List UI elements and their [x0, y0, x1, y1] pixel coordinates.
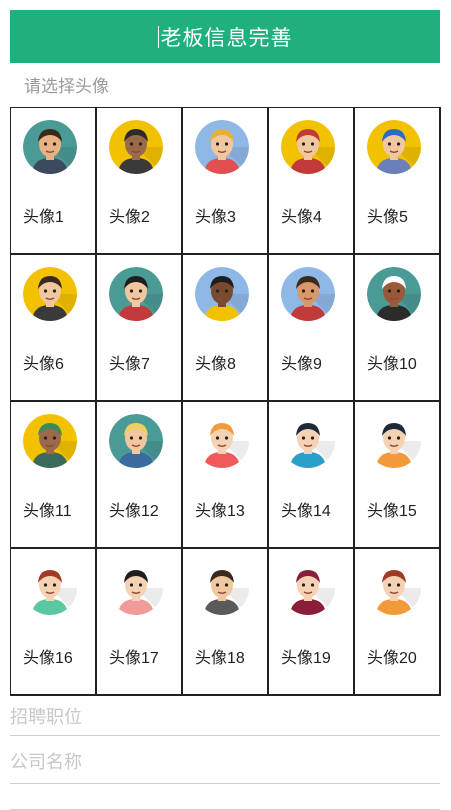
- avatar-option-10[interactable]: 头像10: [355, 255, 441, 402]
- position-field[interactable]: 招聘职位: [10, 699, 440, 736]
- avatar-label: 头像10: [367, 356, 417, 373]
- avatar-option-11[interactable]: 头像11: [11, 402, 97, 549]
- avatar-label: 头像1: [23, 209, 64, 226]
- avatar-option-4[interactable]: 头像4: [269, 108, 355, 255]
- avatar-icon: [281, 267, 335, 321]
- avatar-label: 头像15: [367, 503, 417, 520]
- avatar-label: 头像13: [195, 503, 245, 520]
- avatar-icon: [195, 561, 249, 615]
- avatar-label: 头像19: [281, 650, 331, 667]
- avatar-label: 头像2: [109, 209, 150, 226]
- avatar-icon: [367, 561, 421, 615]
- avatar-label: 头像3: [195, 209, 236, 226]
- avatar-option-13[interactable]: 头像13: [183, 402, 269, 549]
- company-placeholder: 公司名称: [10, 752, 82, 773]
- avatar-icon: [109, 120, 163, 174]
- text-caret: [157, 25, 159, 48]
- avatar-option-8[interactable]: 头像8: [183, 255, 269, 402]
- avatar-option-1[interactable]: 头像1: [11, 108, 97, 255]
- avatar-option-20[interactable]: 头像20: [355, 549, 441, 696]
- avatar-option-5[interactable]: 头像5: [355, 108, 441, 255]
- avatar-icon: [195, 267, 249, 321]
- avatar-label: 头像8: [195, 356, 236, 373]
- avatar-grid: 头像1 头像2 头像3 头像4 头像5 头像6 头像7 头像8 头像9 头像10 头像11 头像12 头…: [10, 107, 441, 696]
- avatar-label: 头像11: [23, 503, 72, 520]
- avatar-option-18[interactable]: 头像18: [183, 549, 269, 696]
- avatar-icon: [23, 120, 77, 174]
- avatar-label: 头像12: [109, 503, 159, 520]
- avatar-icon: [281, 414, 335, 468]
- avatar-option-17[interactable]: 头像17: [97, 549, 183, 696]
- position-placeholder: 招聘职位: [10, 707, 82, 728]
- avatar-icon: [109, 414, 163, 468]
- avatar-icon: [23, 561, 77, 615]
- avatar-option-2[interactable]: 头像2: [97, 108, 183, 255]
- avatar-icon: [195, 120, 249, 174]
- avatar-icon: [23, 414, 77, 468]
- avatar-label: 头像6: [23, 356, 64, 373]
- avatar-label: 头像14: [281, 503, 331, 520]
- page-header: 老板信息完善: [10, 10, 440, 63]
- avatar-option-12[interactable]: 头像12: [97, 402, 183, 549]
- avatar-label: 头像5: [367, 209, 408, 226]
- avatar-icon: [281, 120, 335, 174]
- avatar-icon: [281, 561, 335, 615]
- avatar-icon: [109, 561, 163, 615]
- avatar-icon: [367, 414, 421, 468]
- avatar-label: 头像9: [281, 356, 322, 373]
- avatar-label: 头像4: [281, 209, 322, 226]
- company-field[interactable]: 公司名称: [10, 744, 440, 784]
- avatar-label: 头像18: [195, 650, 245, 667]
- avatar-label: 头像17: [109, 650, 159, 667]
- avatar-label: 头像7: [109, 356, 150, 373]
- avatar-icon: [195, 414, 249, 468]
- salary-field[interactable]: [10, 790, 440, 810]
- avatar-icon: [109, 267, 163, 321]
- avatar-option-7[interactable]: 头像7: [97, 255, 183, 402]
- avatar-option-9[interactable]: 头像9: [269, 255, 355, 402]
- avatar-icon: [23, 267, 77, 321]
- avatar-section-label: 请选择头像: [24, 77, 109, 97]
- avatar-option-15[interactable]: 头像15: [355, 402, 441, 549]
- avatar-option-16[interactable]: 头像16: [11, 549, 97, 696]
- avatar-option-3[interactable]: 头像3: [183, 108, 269, 255]
- avatar-label: 头像16: [23, 650, 73, 667]
- page-title: 老板信息完善: [160, 25, 293, 50]
- avatar-option-6[interactable]: 头像6: [11, 255, 97, 402]
- avatar-icon: [367, 267, 421, 321]
- avatar-option-19[interactable]: 头像19: [269, 549, 355, 696]
- avatar-label: 头像20: [367, 650, 417, 667]
- avatar-icon: [367, 120, 421, 174]
- avatar-option-14[interactable]: 头像14: [269, 402, 355, 549]
